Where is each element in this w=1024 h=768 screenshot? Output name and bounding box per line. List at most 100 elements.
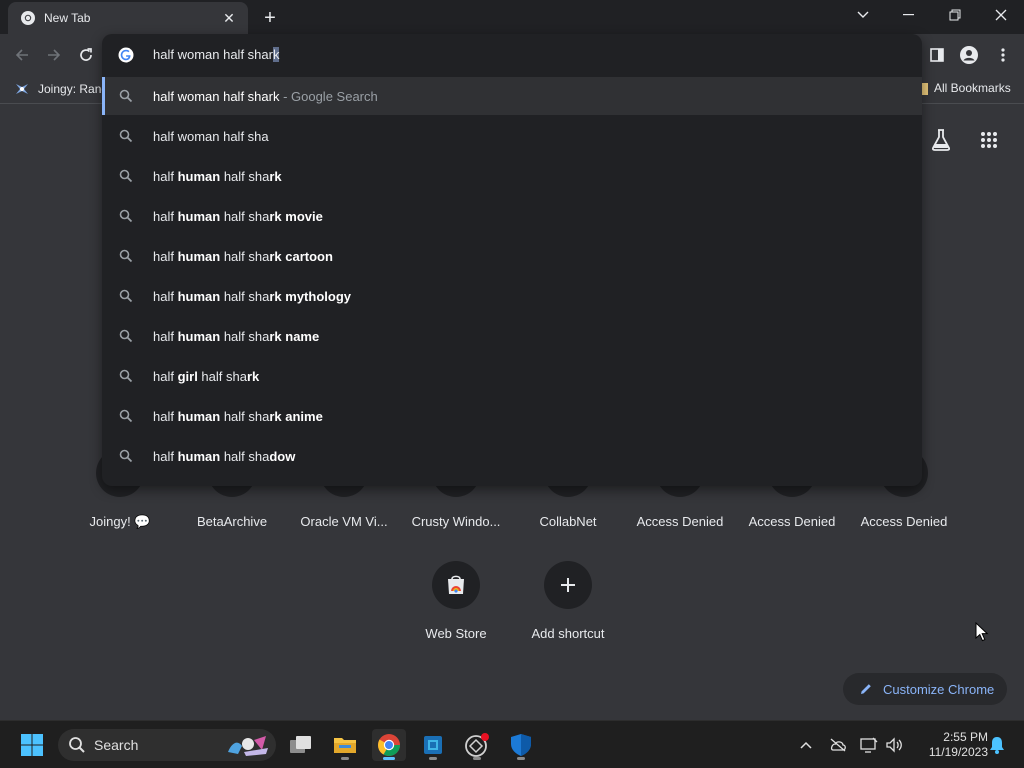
clock-time: 2:55 PM xyxy=(943,730,988,744)
clock-date: 11/19/2023 xyxy=(928,745,988,759)
chrome-icon xyxy=(378,734,400,756)
back-button[interactable] xyxy=(9,42,35,68)
task-view-button[interactable] xyxy=(284,729,318,761)
suggestion-text: half human half shark mythology xyxy=(153,289,351,304)
web-store-label: Web Store xyxy=(425,626,487,641)
taskbar-app-notification[interactable] xyxy=(460,729,494,761)
network-tray[interactable] xyxy=(858,735,880,755)
suggestion-item[interactable]: half human half shark name xyxy=(102,317,922,355)
app-with-badge-icon xyxy=(465,733,489,757)
new-tab-button[interactable]: + xyxy=(258,6,282,30)
side-panel-button[interactable] xyxy=(923,42,951,68)
profile-avatar-icon xyxy=(960,46,978,64)
suggestion-text: half human half shark movie xyxy=(153,209,323,224)
tab-close-icon[interactable]: ✕ xyxy=(220,9,238,27)
suggestion-suffix: - Google Search xyxy=(279,89,378,104)
customize-chrome-button[interactable]: Customize Chrome xyxy=(843,673,1007,705)
forward-arrow-icon xyxy=(48,49,61,61)
suggestion-item[interactable]: half human half shark xyxy=(102,157,922,195)
taskbar-chrome[interactable] xyxy=(372,729,406,761)
cloud-offline-icon xyxy=(830,738,846,752)
speaker-icon xyxy=(886,737,902,753)
onedrive-tray[interactable] xyxy=(827,735,849,755)
network-icon xyxy=(860,737,878,753)
menu-button[interactable] xyxy=(989,42,1017,68)
mouse-cursor-icon xyxy=(975,622,989,642)
add-shortcut-label: Add shortcut xyxy=(531,626,605,641)
suggestion-item[interactable]: half girl half shark xyxy=(102,357,922,395)
running-indicator xyxy=(473,757,481,760)
running-indicator xyxy=(341,757,349,760)
search-icon xyxy=(119,409,133,423)
shortcut-label: Access Denied xyxy=(636,514,724,529)
shield-icon xyxy=(511,734,531,756)
notifications-button[interactable] xyxy=(986,735,1008,755)
labs-button[interactable] xyxy=(930,128,954,154)
taskbar-search[interactable]: Search xyxy=(58,729,276,761)
suggestion-item[interactable]: half human half shadow xyxy=(102,437,922,475)
running-indicator xyxy=(429,757,437,760)
shortcut-label: CollabNet xyxy=(539,514,597,529)
suggestion-item[interactable]: half human half shark movie xyxy=(102,197,922,235)
search-icon xyxy=(119,449,133,463)
tab-search-chevron-icon[interactable] xyxy=(840,0,886,30)
reload-icon xyxy=(80,48,92,61)
show-hidden-icons-button[interactable] xyxy=(795,735,817,755)
clock[interactable]: 2:55 PM 11/19/2023 xyxy=(912,730,988,760)
kebab-menu-icon xyxy=(1001,48,1005,62)
taskbar-windows-security[interactable] xyxy=(504,729,538,761)
restore-button[interactable] xyxy=(932,0,978,30)
task-view-icon xyxy=(290,736,311,753)
profile-button[interactable] xyxy=(955,42,983,68)
suggestion-item[interactable]: half human half shark cartoon xyxy=(102,237,922,275)
shortcut-label: Access Denied xyxy=(748,514,836,529)
bell-icon xyxy=(990,737,1004,754)
search-highlight-illustration-icon xyxy=(228,736,268,756)
search-icon xyxy=(119,129,133,143)
tab-new-tab[interactable]: New Tab ✕ xyxy=(8,2,248,34)
shortcut-label: Joingy! 💬 xyxy=(89,514,151,529)
reload-button[interactable] xyxy=(73,42,99,68)
suggestion-item[interactable]: half human half shark mythology xyxy=(102,277,922,315)
pencil-icon xyxy=(861,684,871,694)
search-icon xyxy=(119,89,133,103)
suggestion-text: half human half shark cartoon xyxy=(153,249,333,264)
suggestion-text: half human half shadow xyxy=(153,449,296,464)
suggestion-google-search[interactable]: half woman half shark - Google Search xyxy=(102,77,922,115)
address-bar[interactable]: half woman half shark xyxy=(102,34,922,76)
suggestion-item[interactable]: half woman half sha xyxy=(102,117,922,155)
suggestion-item[interactable]: half human half shark anime xyxy=(102,397,922,435)
taskbar-file-explorer[interactable] xyxy=(328,729,362,761)
search-icon xyxy=(119,329,133,343)
taskbar-virtualbox[interactable] xyxy=(416,729,450,761)
suggestion-text: half human half shark name xyxy=(153,329,320,344)
flask-icon xyxy=(931,129,951,151)
side-panel-icon xyxy=(930,48,944,62)
search-icon xyxy=(119,369,133,383)
bookmark-joingy[interactable]: Joingy: Rand xyxy=(14,81,108,97)
shortcut-label: Oracle VM Vi... xyxy=(300,514,388,529)
forward-button[interactable] xyxy=(41,42,67,68)
title-bar: New Tab ✕ + xyxy=(0,0,1024,34)
search-icon xyxy=(119,249,133,263)
taskbar-search-label: Search xyxy=(94,737,139,753)
google-apps-button[interactable] xyxy=(980,131,1000,151)
suggestion-text: half human half shark xyxy=(153,169,282,184)
chrome-icon xyxy=(21,11,35,25)
back-arrow-icon xyxy=(15,49,28,61)
all-bookmarks[interactable]: All Bookmarks xyxy=(918,81,1011,95)
start-button[interactable] xyxy=(15,729,49,761)
folder-icon xyxy=(334,738,356,753)
shortcut-label: Access Denied xyxy=(860,514,948,529)
apps-grid-icon xyxy=(981,132,997,148)
suggestion-text: half human half shark anime xyxy=(153,409,323,424)
close-window-button[interactable] xyxy=(978,0,1024,30)
volume-tray[interactable] xyxy=(883,735,905,755)
suggestion-text: half girl half shark xyxy=(153,369,260,384)
suggestion-query: half woman half shark xyxy=(153,89,280,104)
search-icon xyxy=(119,289,133,303)
address-input[interactable]: half woman half shark xyxy=(153,47,280,62)
minimize-button[interactable] xyxy=(886,0,932,30)
joingy-favicon-icon xyxy=(16,84,28,94)
taskbar: Search 2:55 PM 11/19/2023 xyxy=(0,720,1024,768)
